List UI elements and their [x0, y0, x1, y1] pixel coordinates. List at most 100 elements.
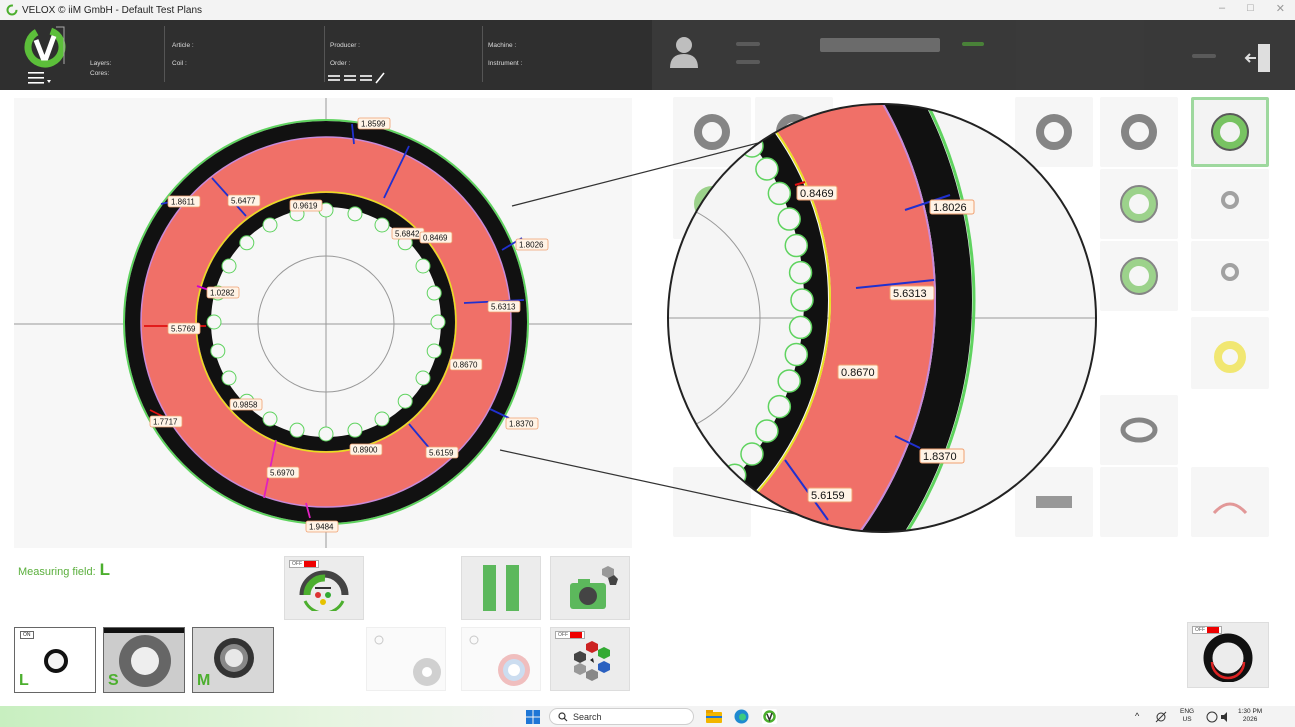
thumbnail-measuring-field-l[interactable]: ON L — [14, 627, 96, 693]
test-plan-grid — [665, 95, 1275, 540]
measurement-label: 0.8670 — [449, 358, 483, 371]
measurement-label: 1.8370 — [505, 417, 539, 430]
plan-tile[interactable] — [1015, 467, 1093, 537]
pause-icon — [483, 565, 519, 611]
hexagon-cluster-icon — [574, 641, 610, 681]
measurement-label: 5.6970 — [266, 466, 300, 479]
measurement-label: 5.5769 — [167, 322, 201, 335]
measurement-label: 5.6313 — [487, 300, 521, 313]
info-header: Layers: Cores: Article : Coil : Producer… — [0, 20, 652, 90]
pause-button[interactable] — [461, 556, 541, 620]
network-icon[interactable] — [1155, 711, 1167, 723]
tray-overflow-icon[interactable]: ^ — [1135, 712, 1139, 721]
plan-tile[interactable] — [1100, 97, 1178, 167]
off-toggle-badge[interactable]: OFF — [289, 560, 319, 568]
measurement-label: 5.6159 — [425, 446, 459, 459]
plan-tile[interactable] — [1100, 395, 1178, 465]
svg-text:5.6477: 5.6477 — [231, 197, 256, 206]
app-root: VELOX © iiM GmbH - Default Test Plans – … — [0, 0, 1295, 727]
svg-text:5.6313: 5.6313 — [491, 303, 516, 312]
thumbnail-letter: L — [19, 672, 29, 689]
off-toggle-badge[interactable]: OFF — [555, 631, 585, 639]
tool-tile-disabled[interactable] — [366, 627, 446, 691]
blurred-status — [962, 42, 984, 46]
svg-text:1.8611: 1.8611 — [171, 198, 195, 207]
machine-label: Machine : — [488, 42, 517, 49]
plan-tile[interactable] — [1191, 317, 1269, 389]
svg-text:0.8469: 0.8469 — [423, 234, 448, 243]
plan-tile[interactable] — [1100, 241, 1178, 311]
ring-icon — [776, 114, 812, 150]
logout-icon[interactable] — [1242, 42, 1274, 74]
measurement-label: 0.8900 — [349, 443, 383, 456]
capture-button[interactable] — [550, 556, 630, 620]
small-ring-icon — [1221, 263, 1239, 281]
language-indicator[interactable]: ENG US — [1180, 708, 1194, 724]
measurement-label: 1.7717 — [149, 415, 183, 428]
thumbnail-measuring-field-m[interactable]: M — [192, 627, 274, 693]
plan-tile[interactable] — [673, 169, 751, 239]
svg-text:0.9858: 0.9858 — [233, 401, 258, 410]
yellow-ring-icon — [1214, 341, 1246, 373]
color-segmentation-button[interactable]: OFF — [550, 627, 630, 691]
measurement-label: 5.6477 — [227, 194, 261, 207]
close-button[interactable]: ✕ — [1276, 2, 1285, 15]
green-ring-icon — [1120, 185, 1158, 223]
svg-text:5.6159: 5.6159 — [429, 449, 454, 458]
blurred-text — [736, 60, 760, 64]
edge-browser-icon[interactable] — [734, 709, 749, 724]
taskbar-search-box[interactable]: Search — [549, 708, 694, 725]
ring-contour-icon — [1203, 633, 1253, 682]
plan-tile-selected[interactable] — [1191, 97, 1269, 167]
instrument-label: Instrument : — [488, 60, 523, 67]
arc-icon — [1212, 502, 1248, 515]
header-divider — [482, 26, 483, 82]
file-explorer-icon[interactable] — [706, 709, 722, 724]
plan-tile[interactable] — [1100, 169, 1178, 239]
thumbnail-letter: S — [108, 672, 119, 689]
search-placeholder: Search — [573, 711, 602, 722]
svg-text:1.8370: 1.8370 — [509, 420, 534, 429]
svg-text:1.9484: 1.9484 — [309, 523, 334, 532]
cores-label: Cores: — [90, 70, 110, 77]
camera-icon — [570, 566, 618, 609]
measuring-view[interactable]: 1.8599 5.6842 1.8611 5.6477 0.9619 0.846… — [14, 98, 632, 548]
svg-text:0.8900: 0.8900 — [353, 446, 378, 455]
svg-text:5.6970: 5.6970 — [270, 469, 295, 478]
blurred-text — [736, 42, 760, 46]
menu-icon[interactable] — [28, 72, 52, 84]
tool-tile-disabled[interactable] — [461, 627, 541, 691]
blurred-text — [1192, 54, 1216, 58]
plan-tile[interactable] — [1100, 467, 1178, 537]
plan-tile[interactable] — [673, 97, 751, 167]
plan-tile[interactable] — [1191, 169, 1269, 239]
speaker-icon[interactable] — [1206, 711, 1232, 723]
windows-start-icon[interactable] — [526, 710, 540, 724]
plan-tile[interactable] — [1015, 97, 1093, 167]
blurred-input[interactable] — [820, 38, 940, 52]
measuring-field-value: L — [99, 560, 111, 579]
plan-tile[interactable] — [1191, 241, 1269, 311]
measurement-labels: 1.8599 5.6842 1.8611 5.6477 0.9619 0.846… — [149, 117, 549, 533]
window-controls: – □ ✕ — [1219, 2, 1285, 15]
auto-cycle-button[interactable]: OFF — [284, 556, 364, 620]
user-avatar-icon[interactable] — [668, 34, 700, 68]
small-ring-icon — [1221, 191, 1239, 209]
edit-order-icon[interactable] — [328, 71, 388, 85]
plan-tile[interactable] — [1191, 467, 1269, 537]
producer-label: Producer : — [330, 42, 360, 49]
velox-taskbar-icon[interactable] — [762, 709, 777, 724]
thumbnail-measuring-field-s[interactable]: S — [103, 627, 185, 693]
measurement-label: 1.8026 — [515, 238, 549, 251]
plan-tile[interactable] — [673, 467, 751, 537]
maximize-button[interactable]: □ — [1247, 2, 1254, 15]
plan-tile[interactable] — [755, 97, 833, 167]
contour-toggle-button[interactable]: OFF — [1187, 622, 1269, 688]
order-label: Order : — [330, 60, 351, 67]
article-label: Article : — [172, 42, 194, 49]
ring-icon — [1121, 114, 1157, 150]
minimize-button[interactable]: – — [1219, 2, 1225, 15]
clock[interactable]: 1:30 PM 2026 — [1238, 708, 1262, 724]
off-toggle-badge[interactable]: OFF — [1192, 626, 1222, 634]
right-header-background — [652, 20, 1295, 90]
